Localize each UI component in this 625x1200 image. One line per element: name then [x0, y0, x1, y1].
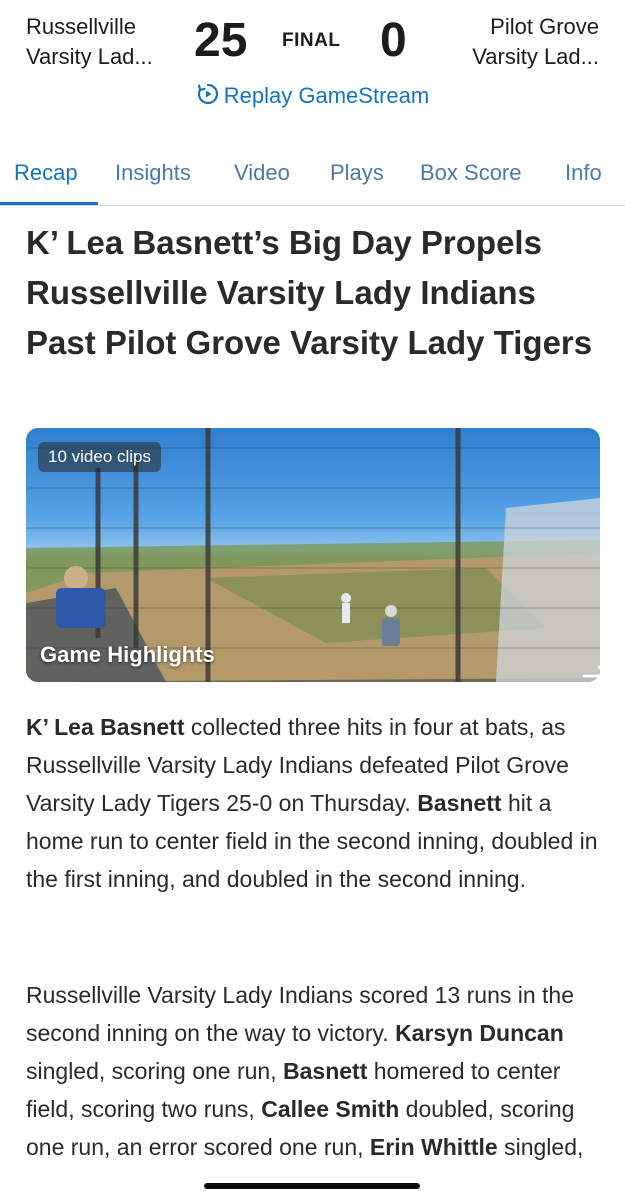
game-status: FINAL: [282, 30, 341, 51]
away-team-line1: Pilot Grove: [490, 14, 599, 39]
score-header: Russellville Varsity Lad... 25 FINAL 0 P…: [0, 0, 625, 120]
tab-video[interactable]: Video: [234, 158, 290, 188]
article-paragraph-1: K’ Lea Basnett collected three hits in f…: [26, 708, 600, 898]
tab-info[interactable]: Info: [565, 158, 602, 188]
player-name: K’ Lea Basnett: [26, 714, 185, 740]
tab-insights[interactable]: Insights: [115, 158, 191, 188]
away-team-line2: Varsity Lad...: [472, 44, 599, 69]
video-clips-badge: 10 video clips: [38, 442, 162, 472]
tab-recap[interactable]: Recap: [14, 158, 78, 188]
replay-icon: [196, 82, 220, 113]
home-team-line1: Russellville: [26, 14, 137, 39]
highlights-title: Game Highlights: [40, 642, 215, 667]
player-name: Basnett: [283, 1058, 368, 1084]
player-name: Basnett: [417, 790, 502, 816]
game-highlights-card[interactable]: 10 video clips Game Highlights: [26, 428, 600, 682]
article-paragraph-2: Russellville Varsity Lady Indians scored…: [26, 976, 600, 1166]
home-team-line2: Varsity Lad...: [26, 44, 153, 69]
paragraph-text: singled, scoring one run,: [26, 1058, 283, 1084]
tab-bar: Recap Insights Video Plays Box Score Inf…: [0, 148, 625, 206]
away-score: 0: [380, 14, 407, 67]
replay-gamestream-link[interactable]: Replay GameStream: [0, 82, 625, 113]
paragraph-text: singled,: [497, 1134, 584, 1160]
article-headline: K’ Lea Basnett’s Big Day Propels Russell…: [26, 224, 593, 361]
tab-box-score[interactable]: Box Score: [420, 158, 522, 188]
tab-plays[interactable]: Plays: [330, 158, 384, 188]
player-name: Callee Smith: [261, 1096, 400, 1122]
home-team-name[interactable]: Russellville Varsity Lad...: [26, 12, 153, 72]
active-tab-indicator: [0, 202, 98, 205]
replay-label: Replay GameStream: [223, 83, 430, 108]
player-name: Erin Whittle: [369, 1134, 498, 1160]
home-indicator-bar[interactable]: [204, 1183, 420, 1189]
home-score: 25: [194, 14, 248, 67]
player-name: Karsyn Duncan: [395, 1020, 564, 1046]
away-team-name[interactable]: Pilot Grove Varsity Lad...: [472, 12, 599, 72]
